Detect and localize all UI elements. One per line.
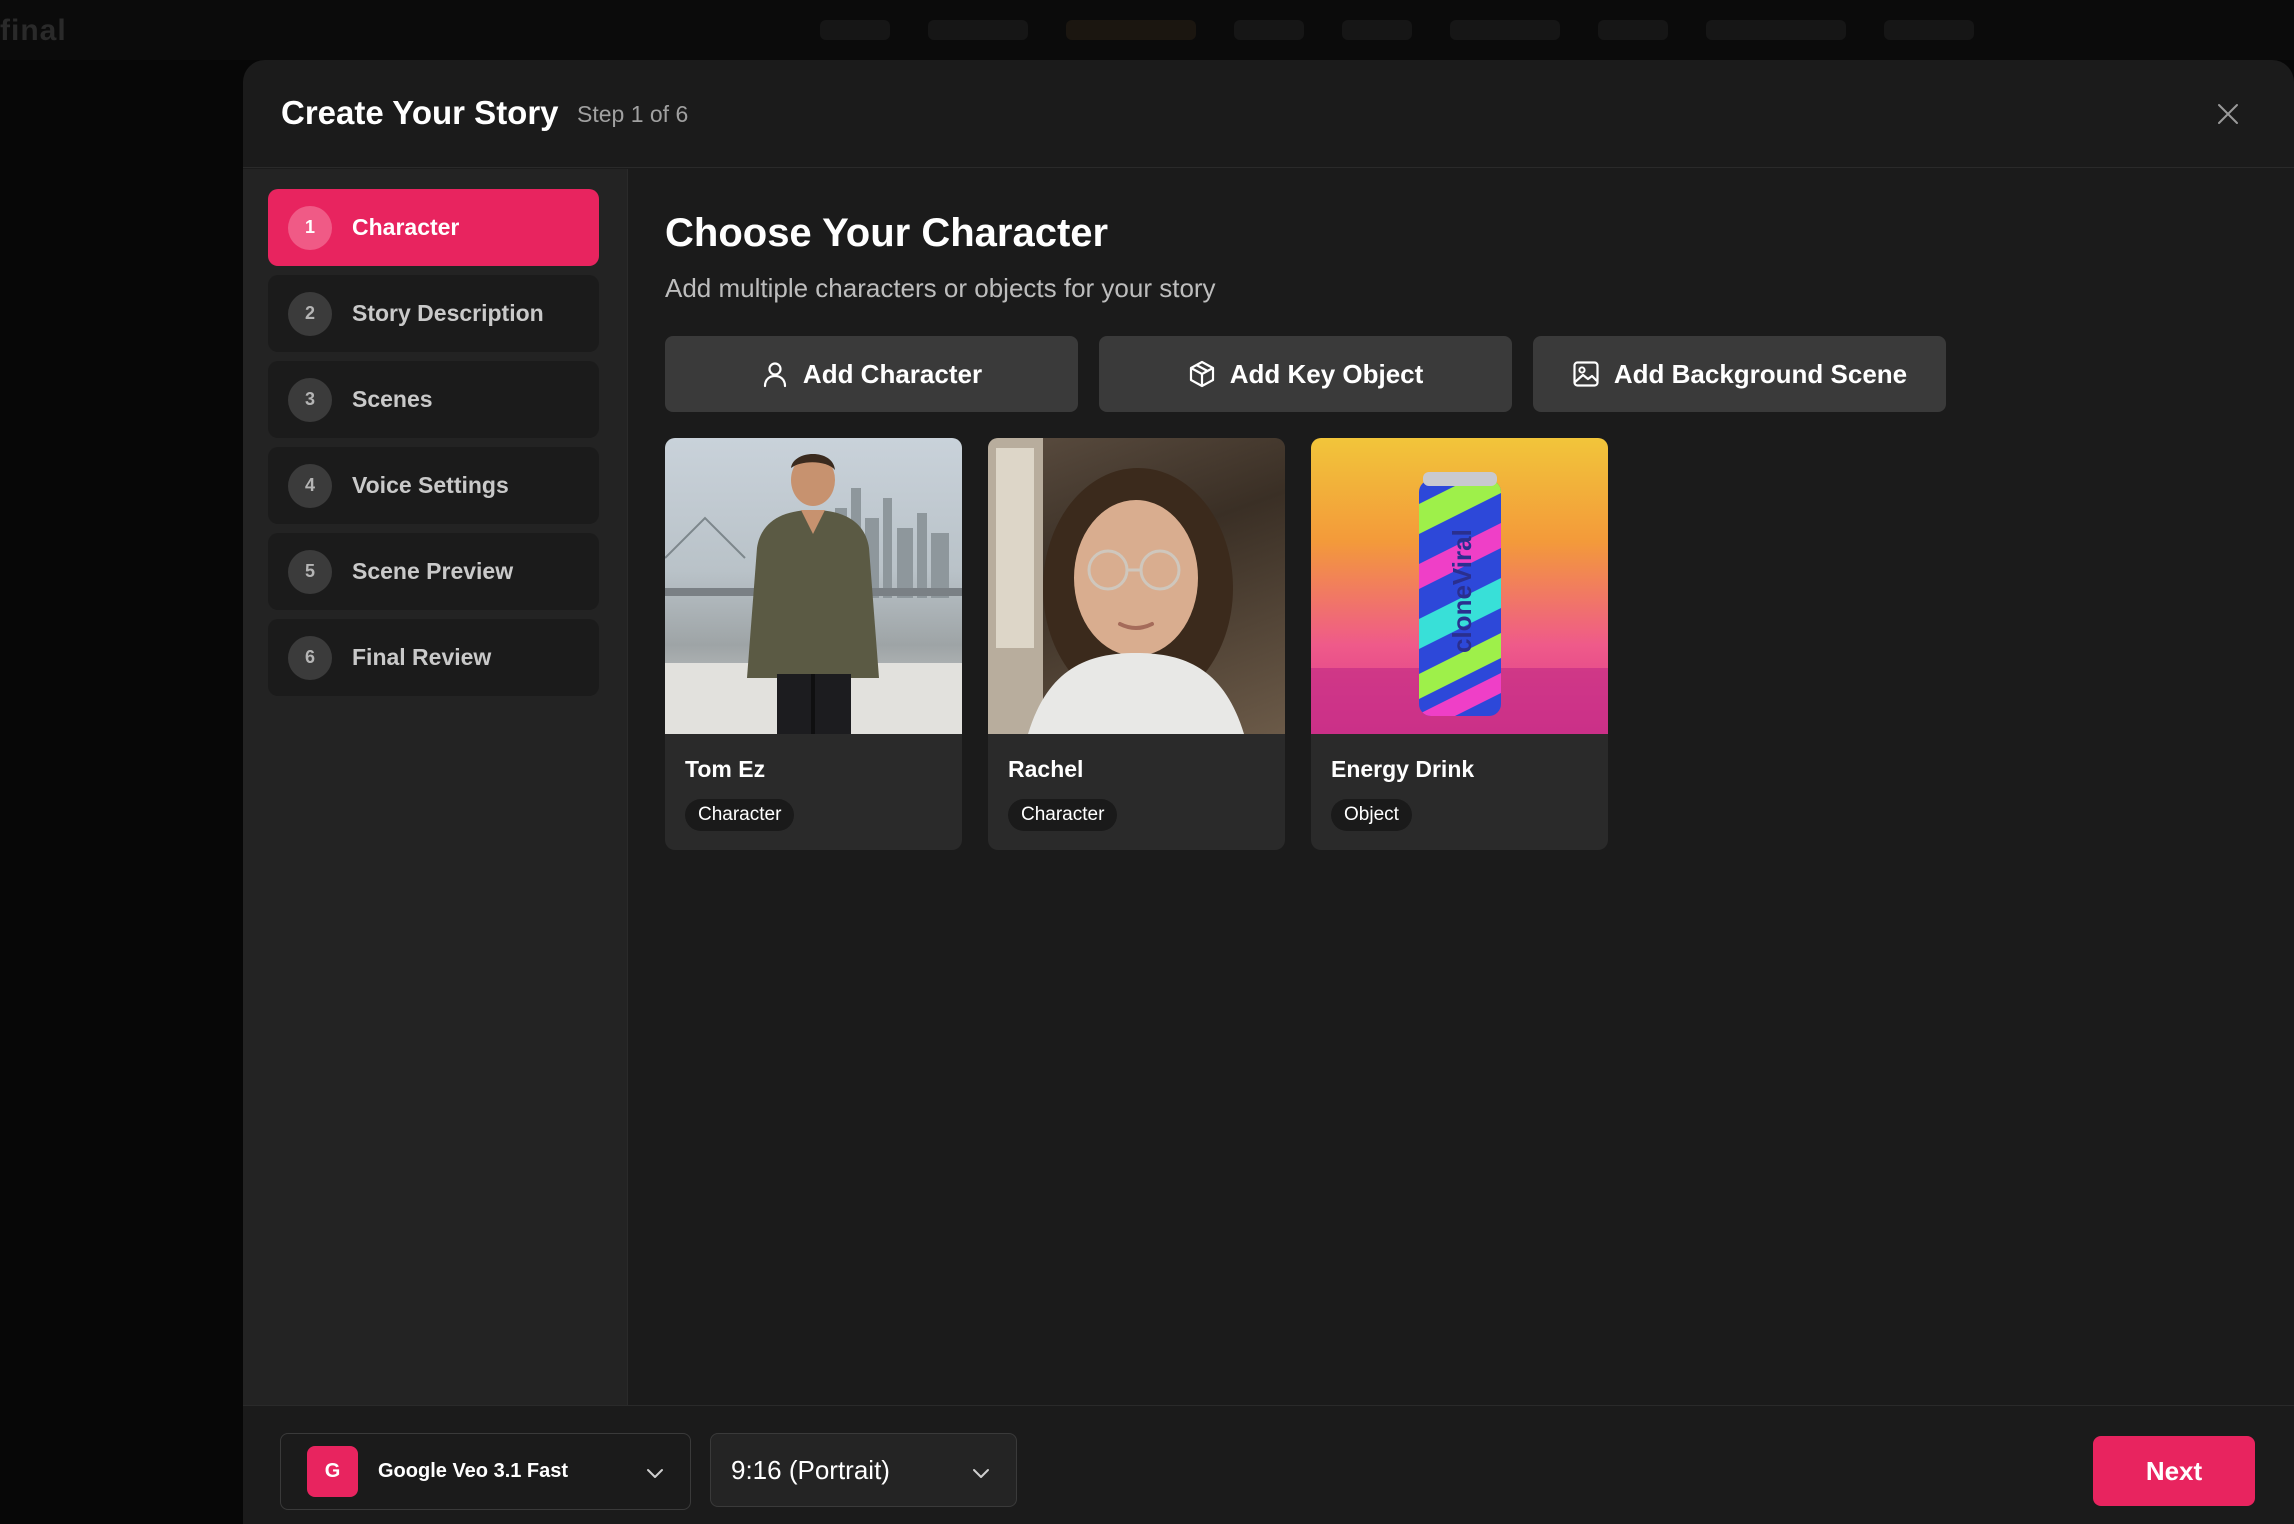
object-photo: cloneViral [1311, 438, 1608, 734]
step-item-scene-preview[interactable]: 5 Scene Preview [268, 533, 599, 610]
card-name: Energy Drink [1331, 756, 1475, 782]
chevron-down-icon [647, 1469, 663, 1478]
background-navbar: final [0, 0, 2294, 60]
step-label: Character [352, 214, 460, 240]
object-card-energy-drink[interactable]: cloneViral Energy Drink Object [1311, 438, 1608, 850]
close-button[interactable] [2210, 96, 2246, 132]
character-photo [988, 438, 1285, 734]
close-icon [2218, 104, 2238, 124]
step-label: Scene Preview [352, 558, 514, 584]
step-number: 1 [288, 205, 332, 250]
step-label: Voice Settings [352, 472, 509, 498]
chevron-down-icon [973, 1469, 989, 1478]
background-logo: final [0, 14, 67, 47]
step-number: 5 [288, 549, 332, 594]
main-content: Choose Your Character Add multiple chara… [629, 169, 2294, 1465]
model-badge: G [307, 1446, 358, 1497]
step-item-final-review[interactable]: 6 Final Review [268, 619, 599, 696]
add-key-object-label: Add Key Object [1229, 358, 1424, 389]
step-label: Final Review [352, 644, 492, 670]
aspect-ratio-label: 9:16 (Portrait) [731, 1454, 890, 1485]
card-type-badge: Object [1331, 799, 1412, 831]
step-item-story-description[interactable]: 2 Story Description [268, 275, 599, 352]
model-label: Google Veo 3.1 Fast [378, 1460, 569, 1482]
card-name: Tom Ez [685, 756, 766, 782]
can-brand-text: cloneViral [1447, 529, 1477, 653]
step-label: Story Description [352, 300, 544, 326]
step-indicator: Step 1 of 6 [577, 101, 689, 127]
add-character-button[interactable]: Add Character [665, 336, 1078, 412]
add-background-scene-label: Add Background Scene [1613, 358, 1908, 389]
step-number: 4 [288, 463, 332, 508]
image-icon [1573, 361, 1599, 387]
modal-footer: G Google Veo 3.1 Fast 9:16 (Portrait) Ne… [243, 1405, 2294, 1524]
steps-sidebar: 1 Character 2 Story Description 3 Scenes… [243, 169, 628, 1465]
modal-header: Create Your Story Step 1 of 6 [243, 60, 2294, 168]
page-subtitle: Add multiple characters or objects for y… [665, 273, 1216, 303]
character-photo [665, 438, 962, 734]
character-card-rachel[interactable]: Rachel Character [988, 438, 1285, 850]
step-item-character[interactable]: 1 Character [268, 189, 599, 266]
modal-title: Create Your Story [281, 94, 559, 131]
user-icon [763, 362, 787, 388]
card-type-badge: Character [1008, 799, 1118, 831]
step-item-voice-settings[interactable]: 4 Voice Settings [268, 447, 599, 524]
background-nav-links [820, 20, 1974, 40]
step-item-scenes[interactable]: 3 Scenes [268, 361, 599, 438]
cube-icon [1189, 360, 1214, 388]
step-number: 2 [288, 291, 332, 336]
card-name: Rachel [1008, 756, 1084, 782]
character-card-tom-ez[interactable]: Tom Ez Character [665, 438, 962, 850]
aspect-ratio-select[interactable]: 9:16 (Portrait) [710, 1433, 1017, 1507]
add-background-scene-button[interactable]: Add Background Scene [1533, 336, 1946, 412]
step-number: 3 [288, 377, 332, 422]
card-type-badge: Character [685, 799, 795, 831]
add-character-label: Add Character [802, 358, 983, 389]
model-select[interactable]: G Google Veo 3.1 Fast [280, 1433, 691, 1510]
create-story-modal: Create Your Story Step 1 of 6 1 Characte… [243, 60, 2294, 1524]
add-key-object-button[interactable]: Add Key Object [1099, 336, 1512, 412]
step-label: Scenes [352, 386, 433, 412]
step-number: 6 [288, 635, 332, 680]
page-title: Choose Your Character [665, 211, 1109, 255]
next-button[interactable]: Next [2093, 1436, 2255, 1506]
